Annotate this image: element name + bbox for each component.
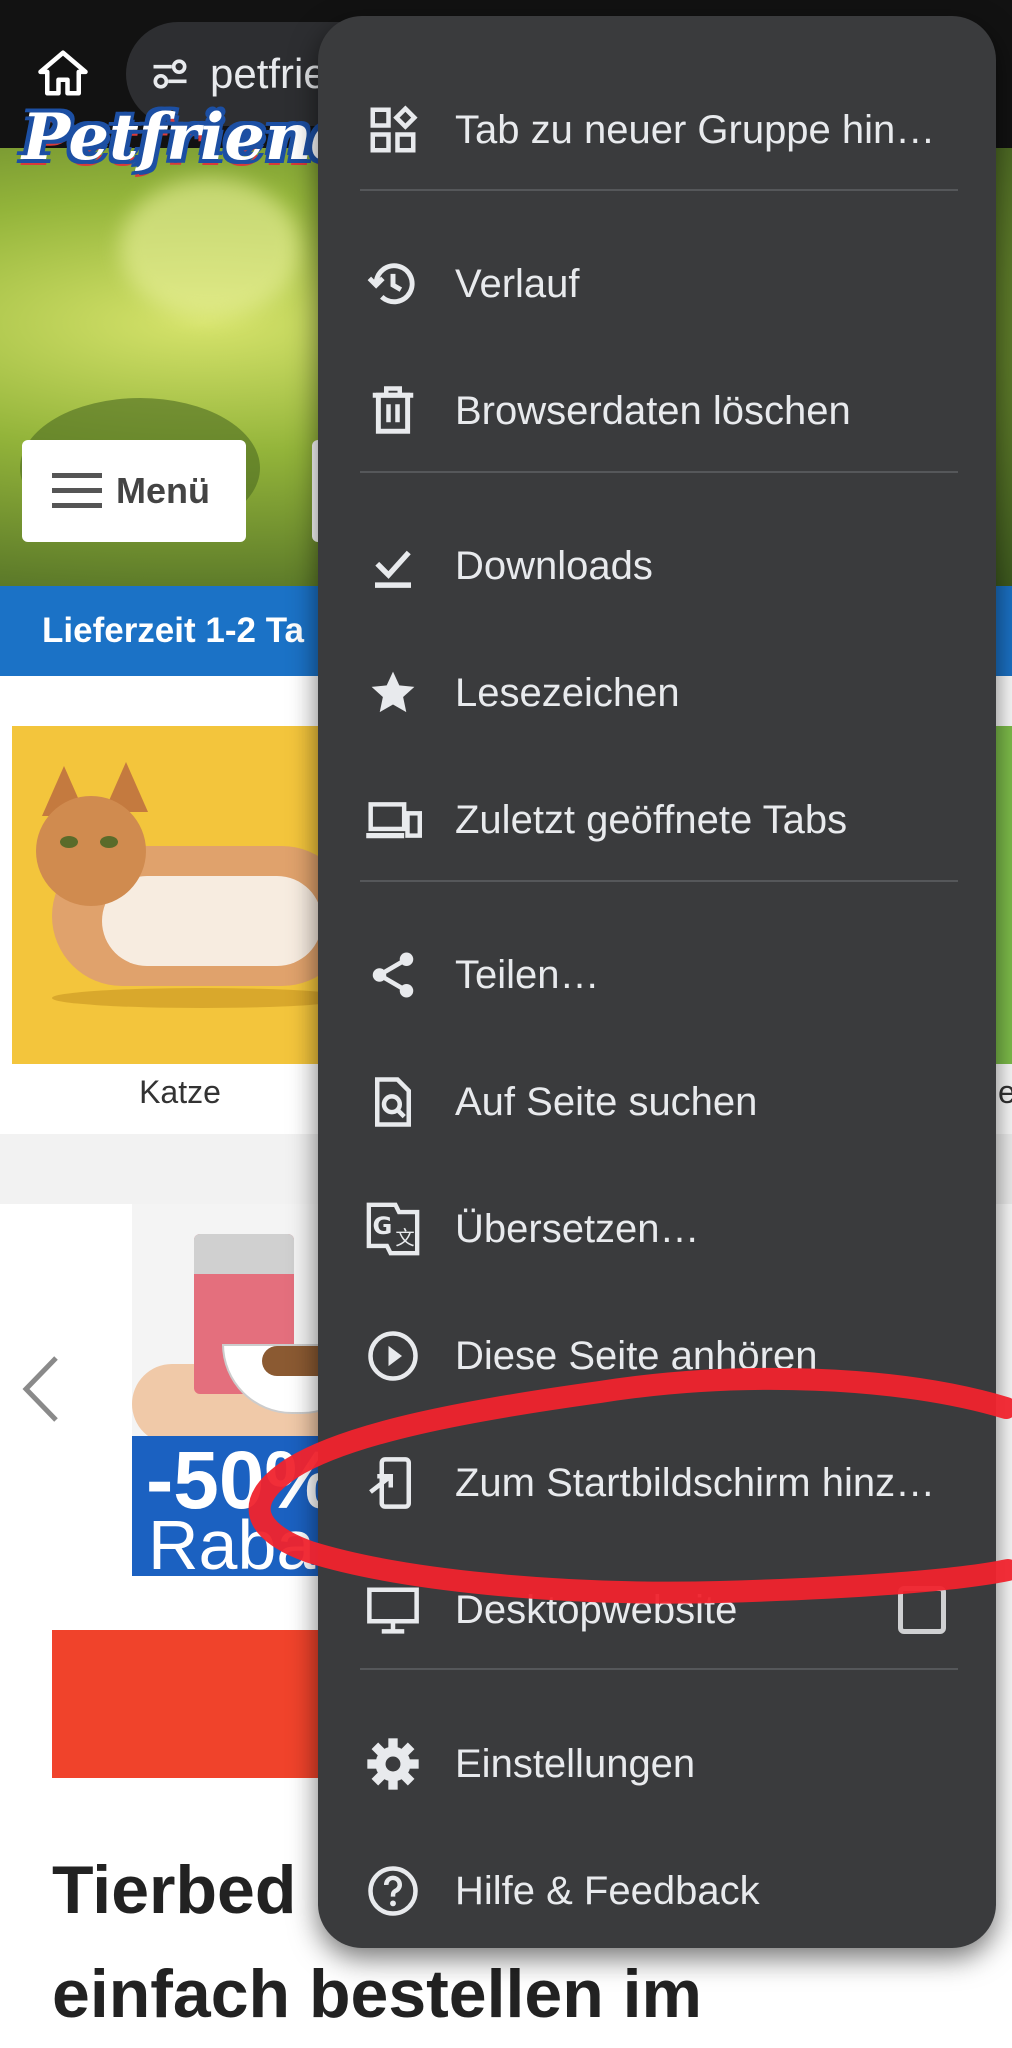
menu-item-downloads[interactable]: Downloads (318, 505, 996, 627)
menu-item-add-to-group[interactable]: Tab zu neuer Gruppe hin… (318, 69, 996, 191)
menu-item-share[interactable]: Teilen… (318, 914, 996, 1036)
play-circle-icon (364, 1327, 422, 1385)
add-to-home-screen-icon (364, 1454, 422, 1512)
menu-item-history[interactable]: Verlauf (318, 223, 996, 345)
category-label-partial: e (998, 1074, 1012, 1110)
menu-item-find-in-page[interactable]: Auf Seite suchen (318, 1041, 996, 1163)
home-icon (38, 50, 88, 96)
desktop-site-checkbox[interactable] (898, 1586, 946, 1634)
menu-item-desktop-site[interactable]: Desktopwebsite (318, 1549, 996, 1671)
menu-item-translate[interactable]: G 文 Übersetzen… (318, 1168, 996, 1290)
menu-item-listen[interactable]: Diese Seite anhören (318, 1295, 996, 1417)
gear-icon (364, 1735, 422, 1793)
home-button[interactable] (30, 40, 96, 106)
promo-rabatt: Raba (148, 1506, 316, 1576)
overflow-menu: Tab zu neuer Gruppe hin… Verlauf Browser… (318, 16, 996, 1948)
download-done-icon (364, 537, 422, 595)
cat-image (36, 796, 146, 906)
share-icon (364, 946, 422, 1004)
menu-item-recent-tabs[interactable]: Zuletzt geöffnete Tabs (318, 759, 996, 881)
site-logo[interactable]: Petfriend (22, 100, 356, 175)
help-icon (364, 1862, 422, 1920)
menu-divider (360, 880, 958, 882)
menu-divider (360, 1668, 958, 1670)
menu-item-bookmarks[interactable]: Lesezeichen (318, 632, 996, 754)
star-icon (364, 664, 422, 722)
url-text: petfrie (210, 50, 327, 97)
menu-item-settings[interactable]: Einstellungen (318, 1703, 996, 1825)
category-tile-katze[interactable] (12, 726, 342, 1064)
devices-icon (364, 791, 422, 849)
category-label[interactable]: Katze (12, 1074, 348, 1111)
hamburger-icon (52, 473, 102, 508)
screen: petfrie Petfriend Menü Lieferzeit 1-2 Ta… (0, 0, 1012, 2048)
delivery-text: Lieferzeit 1-2 Ta (42, 611, 304, 650)
chevron-left-icon[interactable] (18, 1354, 64, 1424)
add-to-group-icon (364, 101, 422, 159)
site-menu-button[interactable]: Menü (22, 440, 246, 542)
menu-item-add-to-home[interactable]: Zum Startbildschirm hinz… (318, 1422, 996, 1544)
menu-divider (360, 189, 958, 191)
svg-text:文: 文 (395, 1227, 414, 1250)
site-settings-icon[interactable] (146, 50, 194, 98)
history-icon (364, 255, 422, 313)
svg-text:G: G (372, 1212, 392, 1240)
trash-icon (364, 382, 422, 440)
translate-icon: G 文 (364, 1200, 422, 1258)
menu-item-clear-data[interactable]: Browserdaten löschen (318, 350, 996, 472)
menu-item-help[interactable]: Hilfe & Feedback (318, 1830, 996, 1948)
menu-divider (360, 471, 958, 473)
find-in-page-icon (364, 1073, 422, 1131)
site-menu-label: Menü (116, 470, 210, 511)
desktop-icon (364, 1581, 422, 1639)
